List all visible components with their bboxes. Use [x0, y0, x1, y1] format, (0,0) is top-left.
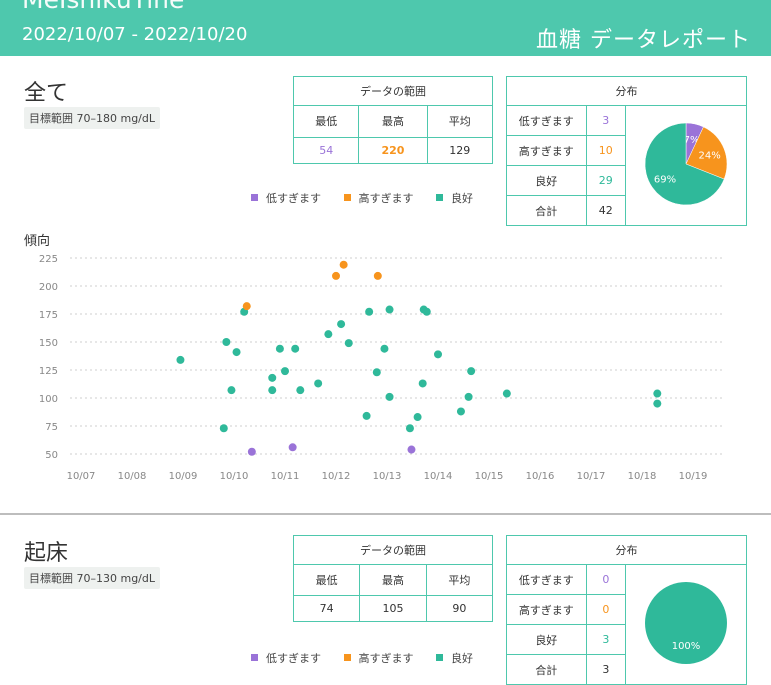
- section-wakeup: 起床 目標範囲 70–130 mg/dL データの範囲 最低 最高 平均 74 …: [0, 0, 771, 685]
- distribution-pie-cell: 100%: [625, 564, 747, 685]
- legend-swatch-low: [251, 654, 258, 661]
- min-value: 74: [292, 595, 361, 622]
- distribution-pie-chart: 100%: [645, 582, 727, 664]
- data-range-table: データの範囲 最低 最高 平均 74 105 90: [292, 535, 494, 622]
- distribution-table: 分布 低すぎます 0 100% 高すぎます 0 良好 3 合計 3: [506, 535, 747, 685]
- dist-low-label: 低すぎます: [506, 564, 587, 595]
- legend-swatch-good: [436, 654, 443, 661]
- legend-item-low: 低すぎます: [251, 652, 321, 665]
- legend-item-high: 高すぎます: [343, 652, 414, 665]
- dist-high-value: 0: [585, 594, 627, 625]
- dist-total-label: 合計: [506, 654, 587, 685]
- legend-label-high: 高すぎます: [358, 652, 414, 665]
- dist-good-value: 3: [585, 624, 627, 655]
- avg-label: 平均: [425, 563, 494, 597]
- data-range-header: データの範囲: [293, 535, 493, 565]
- dist-total-value: 3: [585, 654, 627, 685]
- target-range-badge: 目標範囲 70–130 mg/dL: [24, 567, 161, 589]
- dist-low-value: 0: [585, 564, 627, 595]
- pie-label-good: 100%: [672, 641, 701, 652]
- legend-swatch-high: [343, 654, 351, 661]
- max-value: 105: [359, 595, 427, 622]
- section-title: 起床: [24, 541, 69, 566]
- legend-label-low: 低すぎます: [266, 652, 321, 665]
- dist-high-label: 高すぎます: [506, 594, 587, 625]
- dist-good-label: 良好: [506, 624, 587, 655]
- chart-legend: 低すぎます 高すぎます 良好: [251, 650, 492, 666]
- max-label: 最高: [359, 563, 427, 597]
- avg-value: 90: [425, 595, 494, 622]
- distribution-header: 分布: [506, 535, 747, 565]
- min-label: 最低: [292, 563, 361, 597]
- legend-item-good: 良好: [436, 652, 473, 665]
- legend-label-good: 良好: [451, 652, 473, 665]
